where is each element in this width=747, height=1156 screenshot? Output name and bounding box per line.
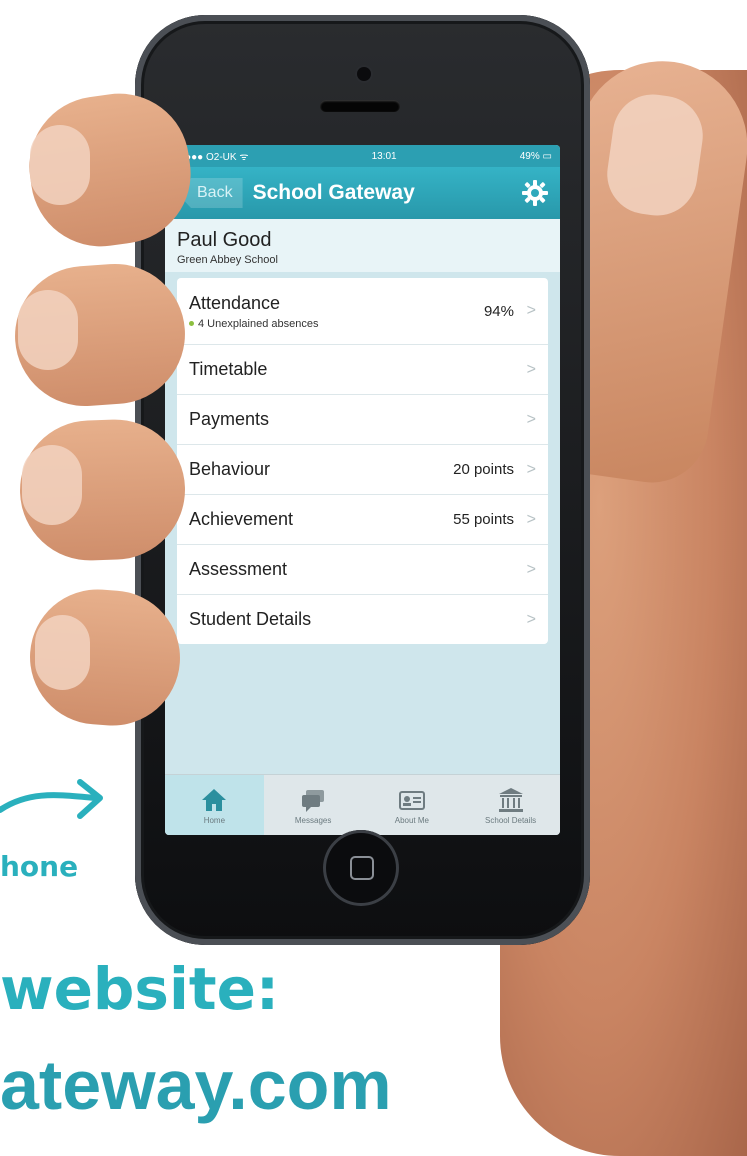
tab-messages[interactable]: Messages: [264, 775, 363, 835]
menu-item-assessment[interactable]: Assessment >: [177, 545, 548, 595]
gear-icon[interactable]: [522, 180, 548, 206]
tab-label: Home: [203, 815, 226, 825]
student-school: Green Abbey School: [177, 254, 278, 266]
menu-item-label: Timetable: [189, 359, 268, 379]
menu-item-label: Assessment: [189, 559, 288, 579]
finger-nail: [22, 445, 82, 525]
home-button-square-icon: [350, 856, 374, 880]
tab-school-details[interactable]: School Details: [461, 775, 560, 835]
chevron-right-icon: >: [526, 360, 536, 378]
finger-nail: [35, 615, 90, 690]
status-dot-icon: [189, 321, 194, 327]
tab-label: Messages: [294, 815, 332, 825]
front-camera: [357, 67, 371, 81]
clock: 13:01: [371, 150, 397, 162]
menu-item-student-details[interactable]: Student Details >: [177, 595, 548, 644]
menu-item-label: Payments: [189, 409, 270, 429]
menu-item-label: Attendance: [189, 292, 281, 313]
home-icon: [202, 788, 227, 811]
hardware-home-button[interactable]: [323, 830, 399, 906]
menu-item-value: 20 points: [453, 461, 514, 478]
unexplained-absences: 4 Unexplained absences: [198, 317, 319, 330]
student-header: Paul Good Green Abbey School: [165, 219, 560, 272]
menu-item-label: Behaviour: [189, 459, 271, 479]
id-card-icon: [398, 790, 425, 810]
earpiece-speaker: [320, 100, 400, 112]
battery-indicator: 49% ▭: [519, 150, 552, 162]
finger-nail: [18, 290, 78, 370]
phone-caption-fragment: hone: [0, 850, 79, 883]
tab-label: School Details: [485, 815, 537, 825]
school-building-icon: [498, 787, 523, 812]
chevron-right-icon: >: [526, 560, 536, 578]
tab-home[interactable]: Home: [165, 775, 264, 835]
chevron-right-icon: >: [526, 510, 536, 528]
finger-nail: [30, 125, 90, 205]
status-bar: ●●●●● O2-UK ᯤ 13:01 49% ▭: [165, 145, 560, 167]
menu-item-value: 55 points: [453, 511, 514, 528]
student-name: Paul Good: [177, 229, 272, 251]
page-title: School Gateway: [252, 181, 415, 204]
menu-item-label: Student Details: [189, 609, 312, 629]
tab-about-me[interactable]: About Me: [363, 775, 462, 835]
menu-item-timetable[interactable]: Timetable >: [177, 345, 548, 395]
website-url: ateway.com: [0, 1046, 392, 1124]
menu-item-behaviour[interactable]: Behaviour 20 points >: [177, 445, 548, 495]
menu-item-value: 94%: [483, 302, 514, 320]
tab-bar: Home Messages About Me School Details: [165, 774, 560, 835]
arrow-icon: [0, 779, 103, 819]
attendance-subtext: 4 Unexplained absences: [189, 318, 484, 330]
phone-screen: ●●●●● O2-UK ᯤ 13:01 49% ▭ Back School Ga…: [165, 145, 560, 835]
phone-device: ●●●●● O2-UK ᯤ 13:01 49% ▭ Back School Ga…: [135, 15, 590, 945]
menu-item-attendance[interactable]: Attendance 4 Unexplained absences 94% >: [177, 278, 548, 345]
chevron-right-icon: >: [526, 302, 536, 319]
website-label: website:: [0, 955, 280, 1023]
menu-item-payments[interactable]: Payments >: [177, 395, 548, 445]
navigation-bar: Back School Gateway: [165, 167, 560, 219]
student-menu: Attendance 4 Unexplained absences 94% > …: [177, 278, 548, 644]
attendance-labels: Attendance 4 Unexplained absences: [189, 293, 484, 330]
menu-item-achievement[interactable]: Achievement 55 points >: [177, 495, 548, 545]
tab-label: About Me: [394, 815, 429, 825]
menu-item-label: Achievement: [189, 509, 294, 529]
chevron-right-icon: >: [526, 410, 536, 428]
chevron-right-icon: >: [526, 610, 536, 628]
messages-icon: [302, 789, 325, 812]
battery-percent: 49%: [519, 150, 540, 162]
chevron-right-icon: >: [526, 460, 536, 478]
